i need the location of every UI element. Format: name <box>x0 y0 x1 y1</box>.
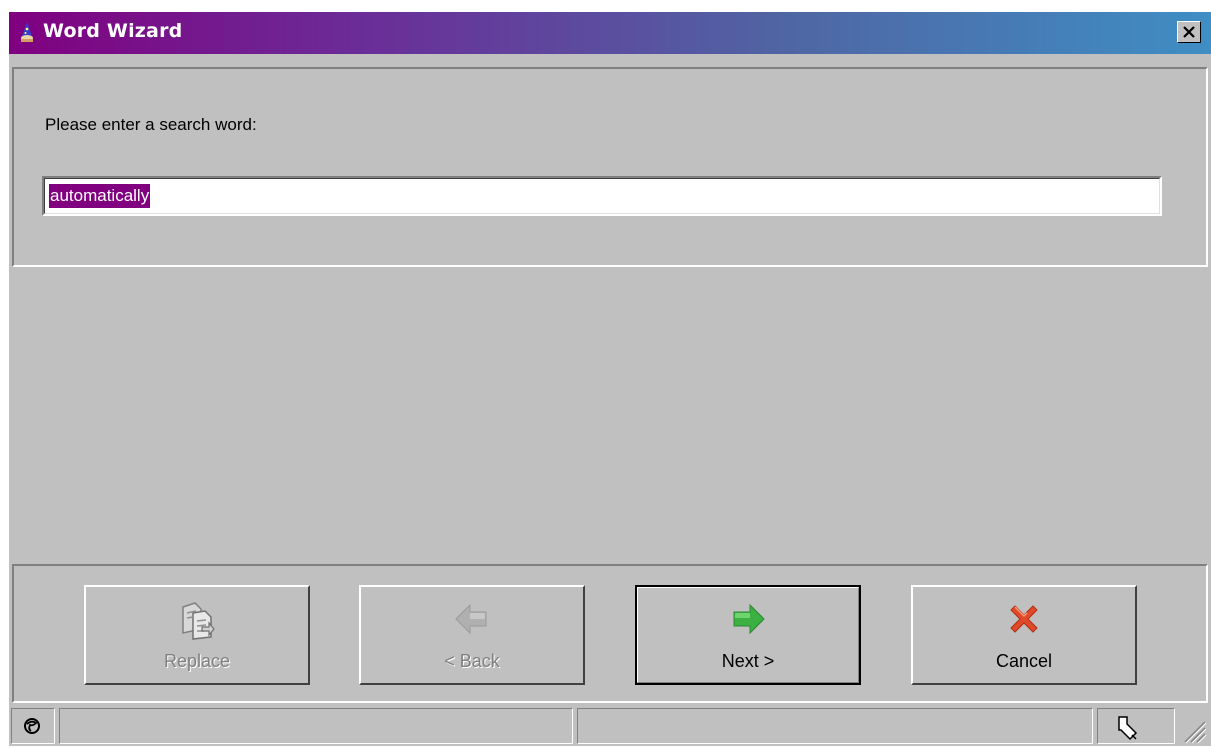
close-button[interactable] <box>1177 21 1201 43</box>
replace-button[interactable]: Replace <box>84 585 310 685</box>
globe-icon <box>22 716 42 741</box>
status-bar <box>9 706 1211 746</box>
back-button[interactable]: < Back <box>359 585 585 685</box>
wizard-icon <box>17 21 37 43</box>
arrow-right-icon <box>730 601 766 642</box>
x-icon <box>1006 601 1042 642</box>
next-button-label: Next > <box>721 651 775 671</box>
status-cell-cursor <box>1097 708 1175 744</box>
status-cell-main <box>59 708 573 744</box>
pointer-cursor-icon <box>1116 715 1140 746</box>
status-cell-icon <box>11 708 55 744</box>
cancel-button-label: Cancel <box>995 651 1053 671</box>
replace-button-label: Replace <box>163 651 231 671</box>
status-cell-info <box>577 708 1093 744</box>
title-bar[interactable]: Word Wizard <box>9 12 1211 54</box>
window-title: Word Wizard <box>43 20 183 42</box>
back-button-label: < Back <box>444 651 500 671</box>
resize-grip-icon[interactable] <box>1179 716 1207 749</box>
search-panel <box>12 67 1208 267</box>
search-word-input[interactable]: automatically <box>42 176 1162 216</box>
close-icon <box>1183 26 1195 38</box>
arrow-left-icon <box>454 601 490 642</box>
word-wizard-window: Word Wizard Please enter a search word: … <box>9 12 1211 746</box>
search-word-value: automatically <box>49 184 151 208</box>
next-button[interactable]: Next > <box>635 585 861 685</box>
search-prompt-label: Please enter a search word: <box>45 115 257 134</box>
cancel-button[interactable]: Cancel <box>911 585 1137 685</box>
replace-document-icon <box>179 601 215 646</box>
